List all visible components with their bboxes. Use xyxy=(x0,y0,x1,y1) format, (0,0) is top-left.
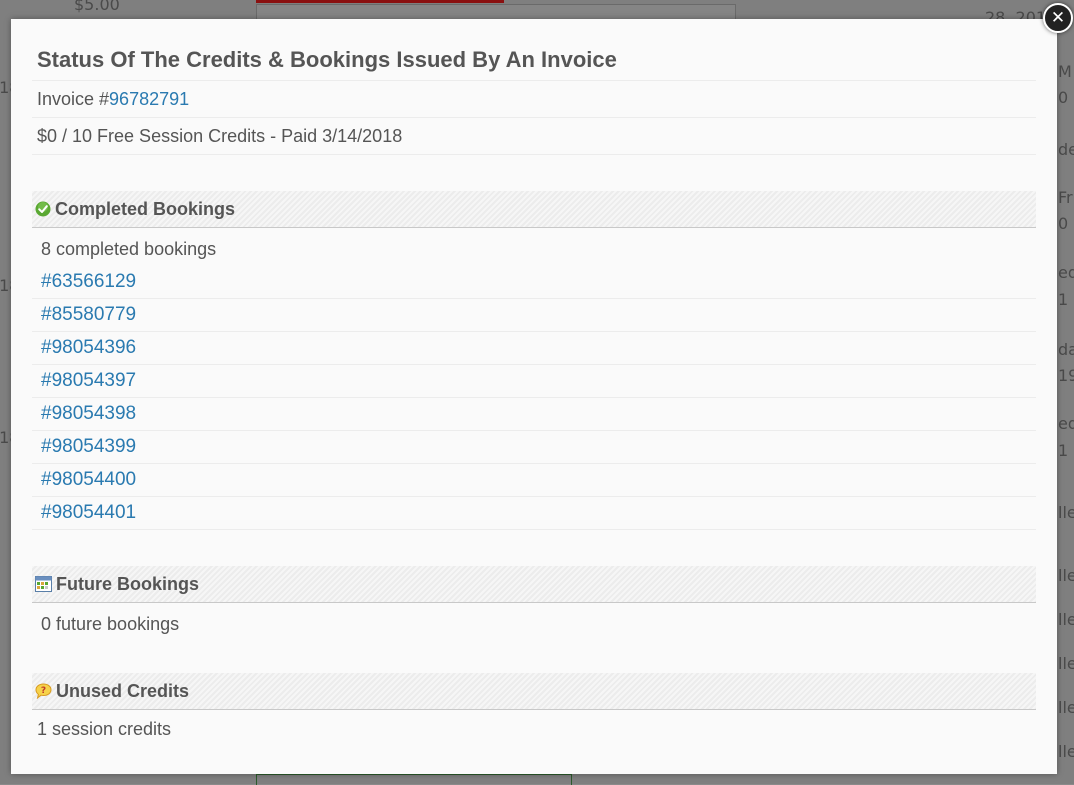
booking-link[interactable]: #98054400 xyxy=(41,469,136,490)
invoice-summary: $0 / 10 Free Session Credits - Paid 3/14… xyxy=(32,118,1036,155)
booking-link[interactable]: #85580779 xyxy=(41,304,136,325)
background-fragment: ed xyxy=(1058,414,1074,433)
background-fragment: 19 xyxy=(1058,366,1074,385)
completed-bookings-title: Completed Bookings xyxy=(55,199,236,219)
invoice-row: Invoice #96782791 xyxy=(32,81,1036,118)
background-fragment: lle xyxy=(1058,610,1074,629)
completed-bookings-header: Completed Bookings xyxy=(32,191,1036,228)
question-speech-bubble-icon: ? xyxy=(35,683,52,699)
background-fragment: 1 xyxy=(1058,441,1069,460)
booking-list-item: #98054396 xyxy=(32,332,1036,365)
booking-link[interactable]: #98054397 xyxy=(41,370,136,391)
unused-credits-header: ? Unused Credits xyxy=(32,673,1036,710)
future-count: 0 future bookings xyxy=(41,614,180,634)
booking-link[interactable]: #98054401 xyxy=(41,502,136,523)
background-fragment: 0 xyxy=(1058,88,1069,107)
future-bookings-body: 0 future bookings xyxy=(32,603,1036,635)
background-fragment: lle xyxy=(1058,566,1074,585)
green-check-circle-icon xyxy=(35,201,51,217)
unused-credits-title: Unused Credits xyxy=(56,681,190,701)
calendar-icon xyxy=(35,576,52,592)
invoice-label: Invoice # xyxy=(37,89,110,109)
background-red-bar xyxy=(256,0,504,3)
background-fragment: lle xyxy=(1058,742,1074,761)
booking-list-item: #63566129 xyxy=(32,266,1036,299)
modal-title: Status Of The Credits & Bookings Issued … xyxy=(32,37,1036,81)
close-modal-button[interactable]: ✕ xyxy=(1043,3,1073,33)
background-fragment: da xyxy=(1058,340,1074,359)
background-fragment: Fr xyxy=(1058,188,1073,207)
close-icon: ✕ xyxy=(1050,8,1066,28)
booking-list-item: #98054399 xyxy=(32,431,1036,464)
completed-bookings-body: 8 completed bookings #63566129 #85580779… xyxy=(32,228,1036,530)
invoice-status-modal: Status Of The Credits & Bookings Issued … xyxy=(11,19,1057,774)
background-fragment: lle xyxy=(1058,654,1074,673)
background-fragment: lle xyxy=(1058,698,1074,717)
future-bookings-title: Future Bookings xyxy=(56,574,199,594)
background-fragment: 0 xyxy=(1058,214,1069,233)
background-fragment: 1 xyxy=(1058,290,1069,309)
booking-link[interactable]: #98054399 xyxy=(41,436,136,457)
invoice-number-link[interactable]: 96782791 xyxy=(109,89,189,109)
booking-list-item: #98054401 xyxy=(32,497,1036,530)
svg-text:?: ? xyxy=(41,686,46,696)
booking-link[interactable]: #63566129 xyxy=(41,271,136,292)
unused-credits-body: 1 session credits xyxy=(32,710,1036,740)
unused-credits-count: 1 session credits xyxy=(37,719,172,739)
future-bookings-header: Future Bookings xyxy=(32,566,1036,603)
booking-list-item: #98054400 xyxy=(32,464,1036,497)
background-fragment: M xyxy=(1058,62,1072,81)
booking-link[interactable]: #98054396 xyxy=(41,337,136,358)
background-green-box xyxy=(256,774,572,785)
background-price: $5.00 xyxy=(74,0,120,14)
background-fragment: de xyxy=(1058,140,1074,159)
background-fragment: lle xyxy=(1058,503,1074,522)
background-fragment: ed xyxy=(1058,263,1074,282)
background-note-box xyxy=(256,4,736,20)
booking-list-item: #98054397 xyxy=(32,365,1036,398)
completed-count: 8 completed bookings xyxy=(41,239,217,259)
booking-list-item: #85580779 xyxy=(32,299,1036,332)
booking-link[interactable]: #98054398 xyxy=(41,403,136,424)
booking-list-item: #98054398 xyxy=(32,398,1036,431)
